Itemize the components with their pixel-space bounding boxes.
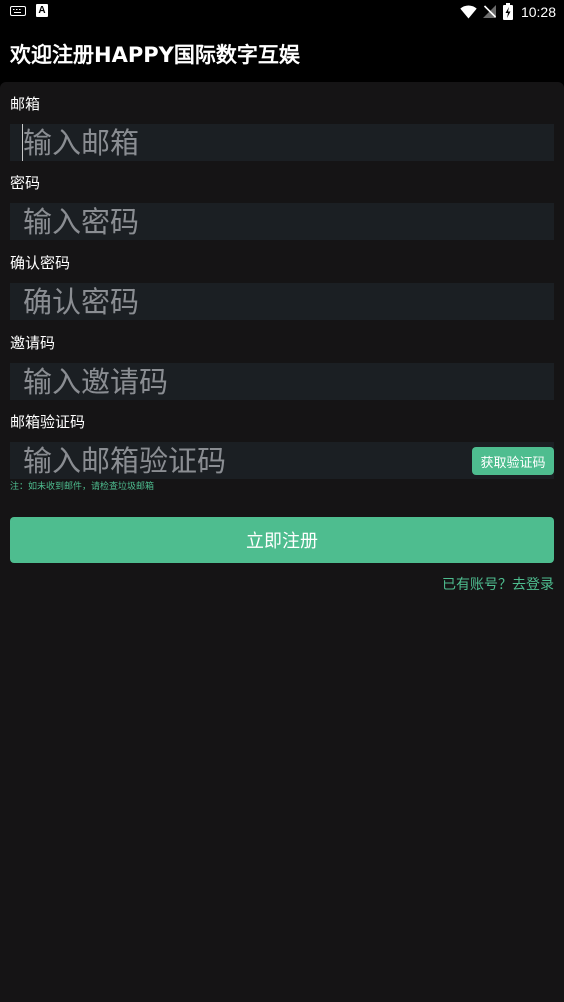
status-bar: A 10:28 — [0, 0, 564, 24]
status-time: 10:28 — [520, 3, 556, 20]
status-bar-left: A — [10, 4, 48, 17]
registration-form: 邮箱 密码 确认密码 邀请码 邮箱验证码 获取验证码 注：如未收到邮件，请检查垃… — [0, 82, 564, 1002]
invite-code-label: 邀请码 — [10, 334, 56, 352]
email-input[interactable] — [10, 124, 554, 161]
battery-charging-icon — [502, 3, 513, 20]
register-button[interactable]: 立即注册 — [10, 517, 554, 563]
confirm-password-input[interactable] — [10, 283, 554, 320]
app-header: 欢迎注册HAPPY国际数字互娱 — [0, 24, 564, 82]
invite-code-input[interactable] — [10, 363, 554, 400]
page-title: 欢迎注册HAPPY国际数字互娱 — [10, 43, 300, 67]
login-link[interactable]: 已有账号？去登录 — [442, 574, 554, 594]
a-notification-icon: A — [36, 4, 48, 17]
spam-hint: 注：如未收到邮件，请检查垃圾邮箱 — [10, 482, 155, 492]
confirm-password-label: 确认密码 — [10, 254, 71, 272]
password-input[interactable] — [10, 203, 554, 240]
text-cursor — [22, 124, 23, 161]
wifi-icon — [460, 4, 477, 18]
email-code-label: 邮箱验证码 — [10, 413, 86, 431]
status-bar-right: 10:28 — [460, 3, 556, 20]
keyboard-icon — [10, 5, 26, 16]
get-code-button[interactable]: 获取验证码 — [472, 447, 554, 475]
email-label: 邮箱 — [10, 95, 41, 113]
no-signal-icon — [482, 5, 497, 18]
password-label: 密码 — [10, 174, 41, 192]
